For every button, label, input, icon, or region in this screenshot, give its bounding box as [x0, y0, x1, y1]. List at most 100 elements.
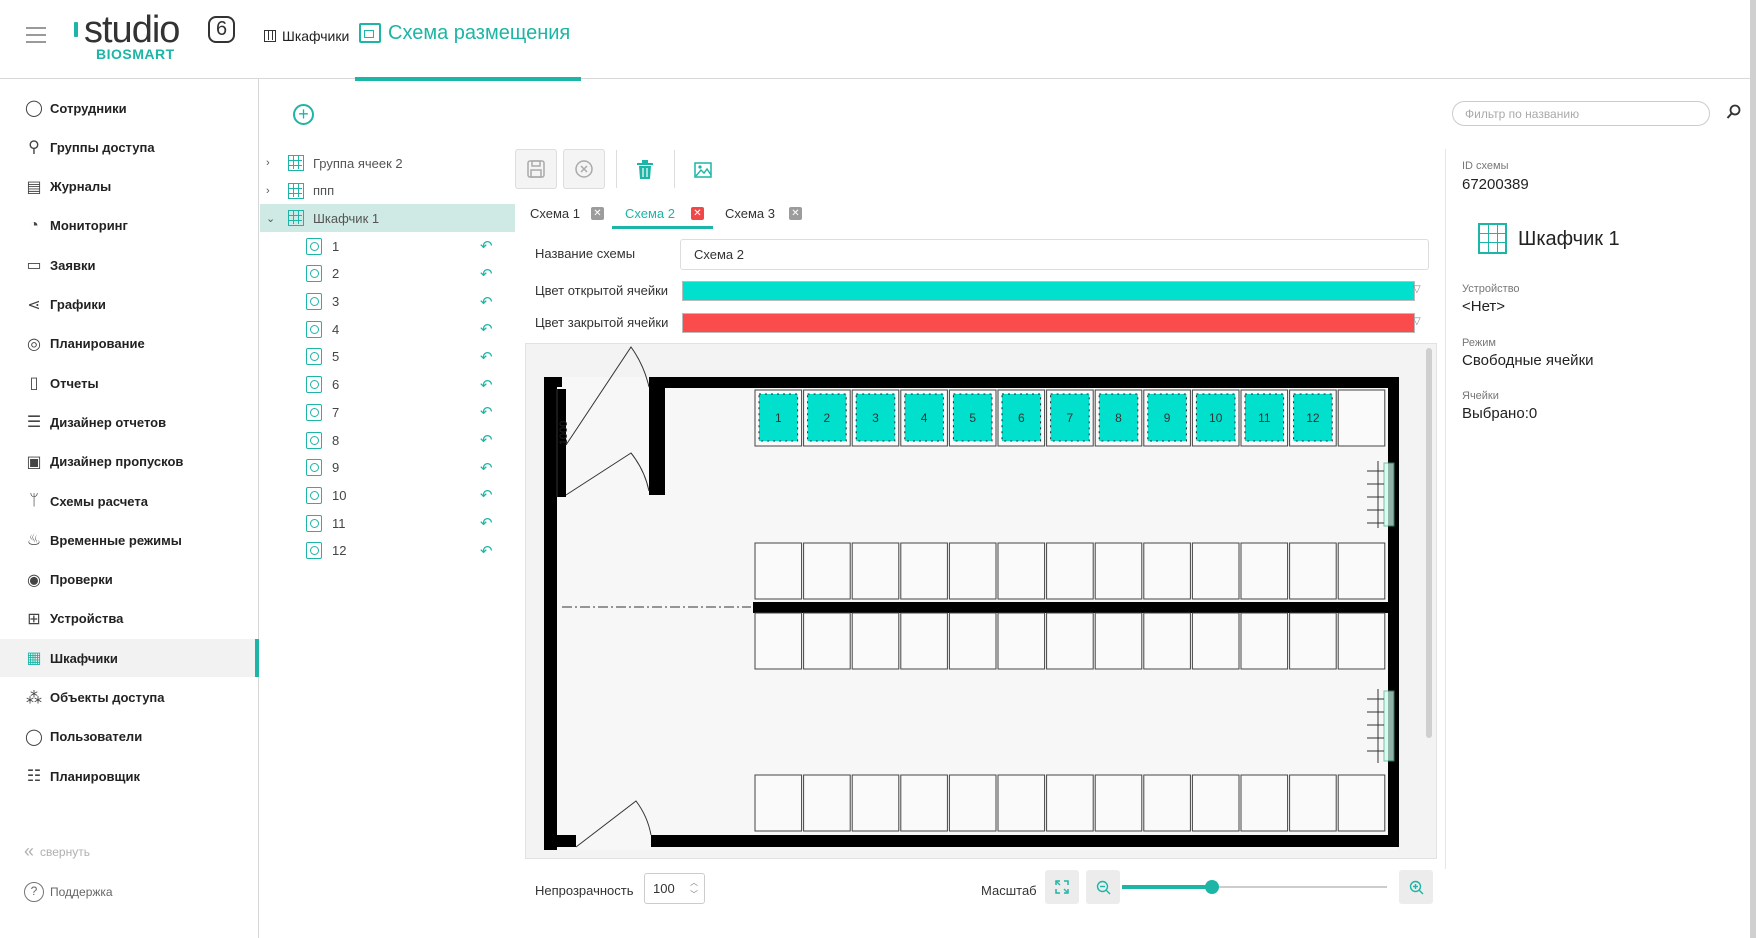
sidebar-item[interactable]: ⋖ Графики	[0, 286, 259, 324]
stepper-arrows-icon[interactable]: ︿ ﹀	[690, 877, 698, 901]
locker-slot[interactable]	[948, 542, 997, 600]
locker-slot[interactable]	[997, 612, 1046, 670]
locker-slot[interactable]	[1337, 542, 1386, 600]
zoom-in-button[interactable]	[1399, 870, 1433, 904]
tree-cell-row[interactable]: 12 ↶	[260, 537, 515, 565]
undo-icon[interactable]: ↶	[480, 403, 493, 421]
tree-cell-row[interactable]: 9 ↶	[260, 454, 515, 482]
sidebar-item[interactable]: ▤ Журналы	[0, 168, 259, 206]
locker-slot[interactable]	[900, 774, 948, 832]
locker-slot[interactable]	[1240, 542, 1289, 600]
locker-slot[interactable]	[997, 542, 1046, 600]
locker-cell[interactable]: 11	[1244, 393, 1285, 442]
tree-cell-row[interactable]: 6 ↶	[260, 371, 515, 399]
schema-tab-close[interactable]: ✕	[789, 197, 802, 229]
closed-color-picker[interactable]	[682, 313, 1415, 333]
page-scrollbar[interactable]	[1750, 0, 1756, 938]
scale-slider-thumb[interactable]	[1205, 880, 1220, 894]
locker-slot[interactable]	[1289, 774, 1337, 832]
undo-icon[interactable]: ↶	[480, 459, 493, 477]
sidebar-item[interactable]: ◯ Сотрудники	[0, 89, 259, 127]
locker-slot[interactable]	[948, 612, 997, 670]
tree-cell-row[interactable]: 11 ↶	[260, 509, 515, 537]
sidebar-item[interactable]: ▣ Дизайнер пропусков	[0, 443, 259, 481]
tree-cell-row[interactable]: 4 ↶	[260, 315, 515, 343]
locker-slot[interactable]	[1240, 612, 1289, 670]
locker-slot[interactable]	[997, 774, 1046, 832]
tree-cell-row[interactable]: 7 ↶	[260, 398, 515, 426]
locker-slot[interactable]	[1289, 542, 1337, 600]
close-icon[interactable]: ✕	[691, 206, 704, 220]
undo-icon[interactable]: ↶	[480, 293, 493, 311]
schema-tab-close[interactable]: ✕	[591, 197, 604, 229]
menu-icon[interactable]	[26, 27, 46, 43]
schema-tab[interactable]: Схема 2	[625, 197, 675, 229]
sidebar-item[interactable]: ◔ Мониторинг	[0, 207, 259, 245]
background-image-button[interactable]	[688, 155, 718, 185]
undo-icon[interactable]: ↶	[480, 486, 493, 504]
sidebar-item[interactable]: ◯ Пользователи	[0, 718, 259, 756]
breadcrumb[interactable]: Шкафчики	[264, 26, 349, 46]
schema-tab[interactable]: Схема 1	[530, 197, 580, 229]
locker-cell[interactable]: 10	[1195, 393, 1236, 442]
tree-cell-row[interactable]: 1 ↶	[260, 232, 515, 260]
filter-input[interactable]	[1452, 101, 1710, 126]
locker-slot[interactable]	[851, 612, 900, 670]
locker-slot[interactable]	[900, 542, 948, 600]
undo-icon[interactable]: ↶	[480, 431, 493, 449]
locker-slot[interactable]	[1191, 542, 1240, 600]
sidebar-item[interactable]: ⚲ Группы доступа	[0, 128, 259, 166]
undo-icon[interactable]: ↶	[480, 348, 493, 366]
locker-slot[interactable]	[1337, 389, 1386, 447]
tree-cell-row[interactable]: 5 ↶	[260, 343, 515, 371]
locker-slot[interactable]	[851, 774, 900, 832]
zoom-out-button[interactable]	[1086, 870, 1120, 904]
locker-slot[interactable]	[803, 774, 851, 832]
locker-cell[interactable]: 4	[904, 393, 944, 442]
schema-tab[interactable]: Схема 3	[725, 197, 775, 229]
sidebar-item[interactable]: ⊞ Устройства	[0, 600, 259, 638]
sidebar-item[interactable]: ᛘ Схемы расчета	[0, 482, 259, 520]
locker-slot[interactable]	[1289, 612, 1337, 670]
tree-cell-row[interactable]: 3 ↶	[260, 288, 515, 316]
locker-slot[interactable]	[1143, 542, 1191, 600]
locker-slot[interactable]	[1094, 542, 1143, 600]
locker-cell[interactable]: 7	[1050, 393, 1090, 442]
locker-slot[interactable]	[1143, 612, 1191, 670]
locker-cell[interactable]: 12	[1293, 393, 1333, 442]
locker-slot[interactable]	[1046, 612, 1094, 670]
support-link[interactable]: ? Поддержка	[24, 882, 113, 902]
delete-button[interactable]	[630, 155, 660, 185]
floor-plan[interactable]: 1000 1 2 3 4 5 6 7 8 9 10 11 12	[526, 344, 1437, 859]
locker-slot[interactable]	[754, 542, 803, 600]
schema-tab-close[interactable]: ✕	[691, 197, 704, 229]
locker-cell[interactable]: 5	[952, 393, 993, 442]
locker-slot[interactable]	[1046, 774, 1094, 832]
locker-slot[interactable]	[803, 612, 851, 670]
undo-icon[interactable]: ↶	[480, 514, 493, 532]
locker-slot[interactable]	[900, 612, 948, 670]
locker-slot[interactable]	[1337, 774, 1386, 832]
chevron-down-icon[interactable]: ▽	[1413, 284, 1421, 295]
search-icon[interactable]	[1726, 104, 1742, 120]
close-icon[interactable]: ✕	[789, 206, 802, 220]
chevron-down-icon[interactable]: ▽	[1413, 316, 1421, 327]
tree-cell-row[interactable]: 2 ↶	[260, 260, 515, 288]
locker-slot[interactable]	[1240, 774, 1289, 832]
locker-slot[interactable]	[754, 612, 803, 670]
tree-cell-row[interactable]: 8 ↶	[260, 426, 515, 454]
locker-slot[interactable]	[851, 542, 900, 600]
undo-icon[interactable]: ↶	[480, 320, 493, 338]
chevron-down-icon[interactable]: ⌄	[266, 212, 275, 225]
locker-cell[interactable]: 6	[1001, 393, 1042, 442]
undo-icon[interactable]: ↶	[480, 376, 493, 394]
tab-layout-scheme[interactable]: Схема размещения	[355, 0, 581, 81]
locker-slot[interactable]	[1094, 612, 1143, 670]
fit-screen-button[interactable]	[1045, 870, 1079, 904]
locker-slot[interactable]	[1191, 612, 1240, 670]
sidebar-item[interactable]: ⁂ Объекты доступа	[0, 679, 259, 717]
locker-cell[interactable]: 1	[758, 393, 799, 442]
add-button[interactable]: +	[293, 104, 314, 125]
locker-slot[interactable]	[1143, 774, 1191, 832]
locker-slot[interactable]	[1094, 774, 1143, 832]
